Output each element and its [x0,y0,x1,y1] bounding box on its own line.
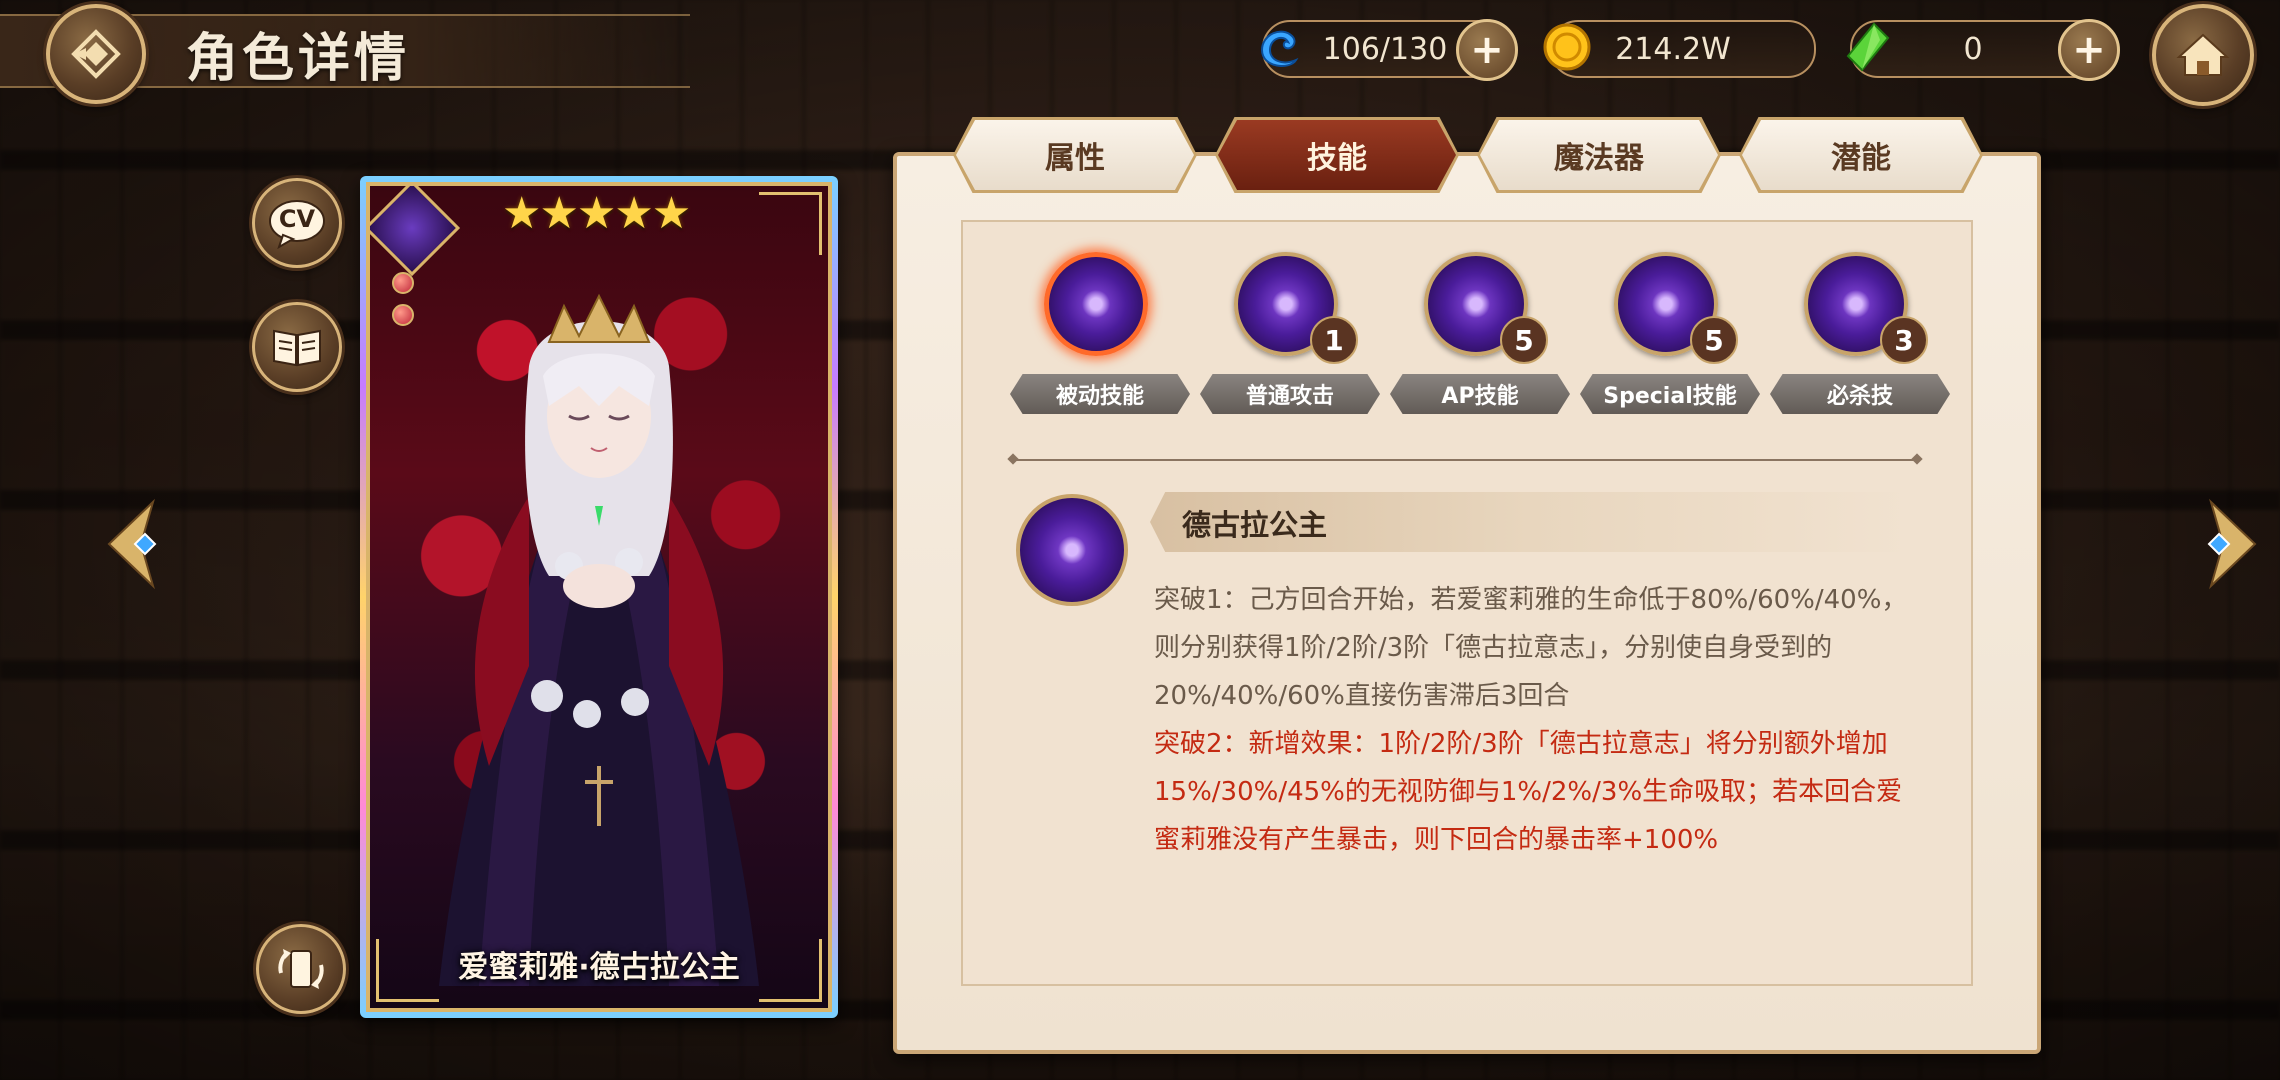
page-title: 角色详情 [186,29,411,89]
tab-magic-device[interactable]: 魔法器 [1480,120,1718,190]
selected-skill-icon [1016,494,1128,606]
skill-special[interactable]: 5 Special技能 [1580,250,1760,420]
skill-passive[interactable]: 被动技能 [1010,250,1190,420]
tab-potential[interactable]: 潜能 [1742,120,1980,190]
character-card[interactable]: ★★★★★ 爱蜜莉雅·德古拉公主 [360,176,838,1018]
skill-label: Special技能 [1580,374,1760,414]
add-stamina-button[interactable]: + [1456,19,1518,81]
rotate-card-button[interactable] [256,924,346,1014]
tab-attributes[interactable]: 属性 [956,120,1194,190]
skill-label: 必杀技 [1770,374,1950,414]
detail-tabs: 属性 技能 魔法器 潜能 [953,117,1983,194]
chevron-left-icon [107,498,157,590]
card-corner-ornament [759,192,822,255]
back-diamond-icon [71,29,121,79]
character-name: 爱蜜莉雅·德古拉公主 [458,950,740,985]
profile-book-button[interactable] [252,302,342,392]
skill-description: 突破1：己方回合开始，若爱蜜莉雅的生命低于80%/60%/40%，则分别获得1阶… [1154,576,1924,864]
chevron-right-icon [2207,498,2257,590]
gold-counter: 214.2W [1543,20,1816,78]
skill-level-badge: 1 [1310,316,1358,364]
skill-label: 普通攻击 [1200,374,1380,414]
rarity-stars: ★★★★★ [502,188,691,239]
breakthrough-1-text: 突破1：己方回合开始，若爱蜜莉雅的生命低于80%/60%/40%，则分别获得1阶… [1154,585,1908,711]
green-crystal-icon [1838,18,1896,76]
cv-label: CV [278,205,316,233]
back-button[interactable] [46,4,146,104]
skill-ultimate[interactable]: 3 必杀技 [1770,250,1950,420]
skill-level-badge: 5 [1500,316,1548,364]
character-art: ★★★★★ 爱蜜莉雅·德古拉公主 [366,182,832,1012]
previous-character-arrow[interactable] [98,494,164,594]
skill-ap[interactable]: 5 AP技能 [1390,250,1570,420]
skill-level-badge: 5 [1690,316,1738,364]
rotate-phone-icon [278,949,324,989]
cv-voice-button[interactable]: CV [252,178,342,268]
breakthrough-2-text: 突破2：新增效果：1阶/2阶/3阶「德古拉意志」将分别额外增加15%/30%/4… [1154,729,1903,855]
rank-gem-icon [392,304,414,326]
top-bar: 角色详情 106/130 + 214.2W 0 + [0,0,2280,106]
stamina-counter: 106/130 + [1260,19,1518,81]
stamina-icon [1250,18,1308,76]
next-character-arrow[interactable] [2200,494,2266,594]
selected-skill-name: 德古拉公主 [1182,508,1328,542]
open-book-icon [273,329,321,367]
skill-list: 被动技能 1 普通攻击 5 AP技能 5 Special技能 3 必杀技 [1010,250,1950,420]
skill-label: 被动技能 [1010,374,1190,414]
skill-normal-attack[interactable]: 1 普通攻击 [1200,250,1380,420]
home-button[interactable] [2152,4,2254,106]
character-figure [439,293,759,986]
section-divider [1013,459,1917,461]
home-icon [2176,33,2230,76]
gem-counter: 0 + [1846,19,2120,81]
rank-gem-icon [392,272,414,294]
tab-skills[interactable]: 技能 [1218,120,1456,190]
passive-skill-icon [1044,252,1148,356]
skill-label: AP技能 [1390,374,1570,414]
skill-level-badge: 3 [1880,316,1928,364]
add-gems-button[interactable]: + [2058,19,2120,81]
gold-coin-icon [1538,18,1596,76]
